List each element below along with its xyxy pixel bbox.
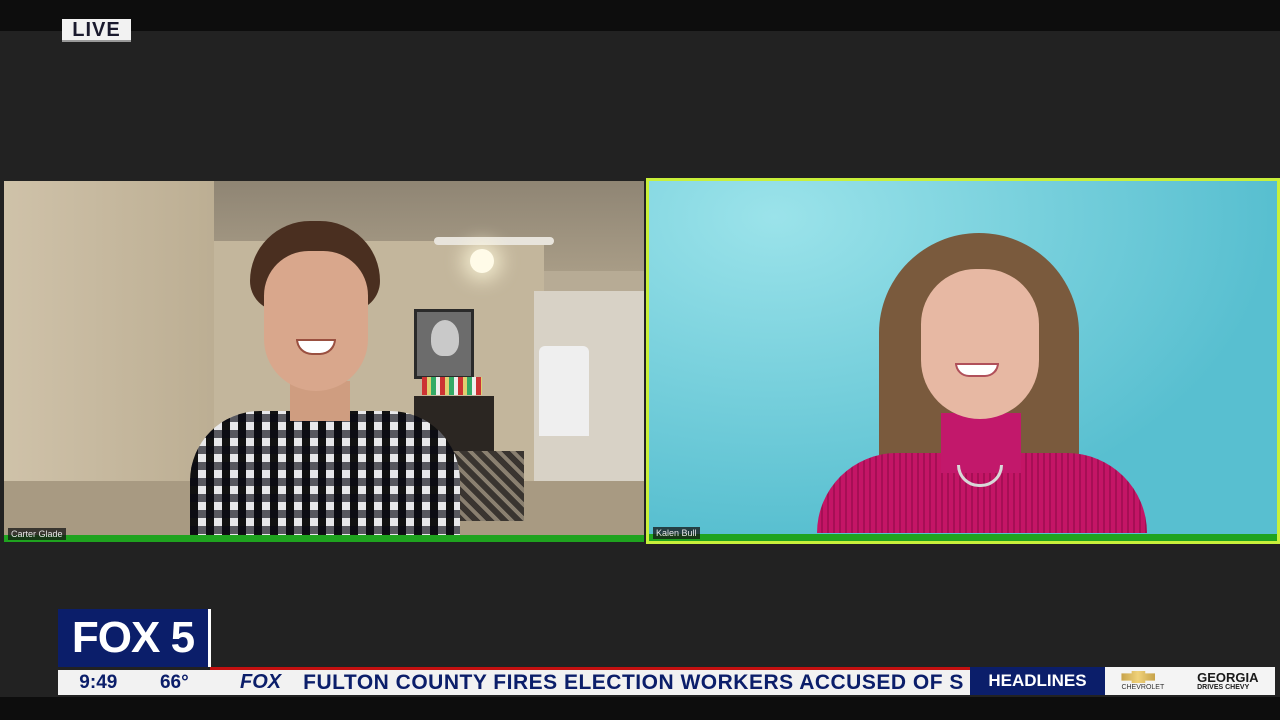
sponsor-subtitle: DRIVES CHEVY (1197, 683, 1250, 691)
sponsor-text: GEORGIA DRIVES CHEVY (1197, 669, 1259, 691)
participant-video-kalen (809, 233, 1149, 533)
participant-tile-kalen[interactable]: Kalen Bull (646, 178, 1280, 544)
top-bar (0, 0, 1280, 31)
station-logo: FOX 5 (58, 609, 211, 667)
face (921, 269, 1039, 419)
time-weather-box: 9:49 66° (58, 670, 210, 695)
patterned-shirt (190, 411, 460, 542)
audio-indicator-bar (4, 535, 644, 542)
sponsor-title: GEORGIA (1197, 669, 1259, 685)
participant-name-tag: Kalen Bull (653, 527, 700, 539)
chevrolet-bowtie-icon (1121, 671, 1156, 683)
audio-indicator-bar (649, 534, 1277, 541)
news-ticker: FOX FULTON COUNTY FIRES ELECTION WORKERS… (210, 670, 970, 695)
sponsor-brand: CHEVROLET (1121, 684, 1165, 691)
clock-time: 9:49 (79, 672, 118, 693)
temperature: 66° (159, 672, 189, 693)
ticker-headline: FULTON COUNTY FIRES ELECTION WORKERS ACC… (303, 670, 964, 694)
live-badge: LIVE (62, 19, 131, 42)
ticker-brand-logo: FOX (240, 671, 282, 693)
face (264, 251, 368, 391)
sponsor-logo: CHEVROLET (1121, 671, 1164, 691)
participant-video-carter (190, 221, 460, 542)
turtleneck (941, 413, 1021, 473)
section-label: HEADLINES (970, 667, 1105, 695)
participant-name-tag: Carter Glade (8, 528, 66, 540)
sponsor-badge: CHEVROLET GEORGIA DRIVES CHEVY (1105, 667, 1275, 695)
ceiling-light (470, 249, 494, 273)
bottom-bar (0, 697, 1280, 720)
hanging-clothes (539, 346, 589, 436)
participant-tile-carter[interactable]: Carter Glade (4, 181, 644, 542)
